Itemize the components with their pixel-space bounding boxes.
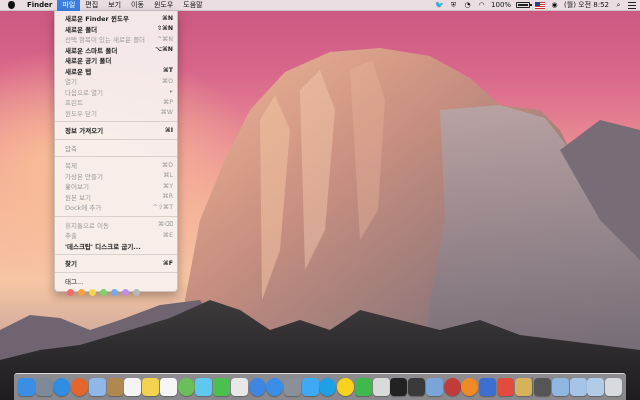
spotlight-icon[interactable]: ⌕ bbox=[614, 1, 623, 10]
menu-item-new-finder-window[interactable]: 새로운 Finder 윈도우 ⌘N bbox=[55, 13, 177, 24]
menu-item-compress[interactable]: 압축 bbox=[55, 143, 177, 154]
menu-item-get-info[interactable]: 정보 가져오기 ⌘I bbox=[55, 125, 177, 136]
notification-list-icon[interactable] bbox=[628, 1, 636, 9]
menu-item-print[interactable]: 프린트 ⌘P bbox=[55, 97, 177, 108]
itunes-icon[interactable] bbox=[248, 378, 266, 396]
twitter-icon[interactable] bbox=[301, 378, 319, 396]
tag-orange[interactable] bbox=[78, 289, 85, 296]
menu-item-duplicate[interactable]: 복제 ⌘D bbox=[55, 160, 177, 171]
xcode-icon[interactable] bbox=[479, 378, 497, 396]
menu-item-add-to-dock[interactable]: Dock에 추가 ^⇧⌘T bbox=[55, 202, 177, 213]
photos-icon[interactable] bbox=[230, 378, 248, 396]
menu-item-eject[interactable]: 추출 ⌘E bbox=[55, 230, 177, 241]
menu-separator bbox=[55, 215, 177, 217]
wifi-icon[interactable]: ◠ bbox=[477, 1, 486, 10]
menu-edit[interactable]: 편집 bbox=[80, 0, 103, 11]
menu-item-find[interactable]: 찾기 ⌘F bbox=[55, 258, 177, 269]
pages-icon[interactable] bbox=[496, 378, 514, 396]
safari-icon[interactable] bbox=[53, 378, 71, 396]
facetime-icon[interactable] bbox=[213, 378, 231, 396]
status-area: 🐦 ⛨ ◔ ◠ 100% ◉ (월) 오전 8:52 ⌕ bbox=[435, 0, 640, 11]
submenu-arrow-icon: ▸ bbox=[169, 88, 173, 96]
stack-folder-2-icon[interactable] bbox=[587, 378, 605, 396]
terminal-icon[interactable] bbox=[390, 378, 408, 396]
activity-monitor-icon[interactable] bbox=[408, 378, 426, 396]
menu-separator bbox=[55, 254, 177, 255]
tag-red[interactable] bbox=[67, 289, 74, 296]
menu-item-new-tab[interactable]: 새로운 탭 ⌘T bbox=[55, 66, 177, 77]
menu-item-new-smart-folder[interactable]: 새로운 스마트 폴더 ⌥⌘N bbox=[55, 45, 177, 56]
menu-separator bbox=[55, 156, 177, 157]
contacts-icon[interactable] bbox=[106, 378, 124, 396]
line-icon[interactable] bbox=[354, 378, 372, 396]
reminders-icon[interactable] bbox=[159, 378, 177, 396]
tag-gray[interactable] bbox=[133, 289, 140, 296]
flag-icon[interactable] bbox=[535, 1, 546, 9]
maps-icon[interactable] bbox=[177, 378, 195, 396]
menu-item-burn-desktop[interactable]: '데스크탑' 디스크로 굽기... bbox=[55, 241, 177, 252]
vlc-icon[interactable] bbox=[461, 378, 479, 396]
tag-purple[interactable] bbox=[122, 289, 129, 296]
document-icon[interactable] bbox=[372, 378, 390, 396]
menu-item-show-original[interactable]: 원본 보기 ⌘R bbox=[55, 192, 177, 203]
menu-item-make-alias[interactable]: 가상본 만들기 ⌘L bbox=[55, 171, 177, 182]
preview-icon[interactable] bbox=[425, 378, 443, 396]
settings-icon[interactable] bbox=[284, 378, 302, 396]
app-store-icon[interactable] bbox=[266, 378, 284, 396]
photo-booth-icon[interactable] bbox=[443, 378, 461, 396]
menu-bar: Finder 파일 편집 보기 이동 윈도우 도움말 🐦 ⛨ ◔ ◠ 100% … bbox=[0, 0, 640, 11]
battery-icon[interactable] bbox=[516, 2, 533, 8]
menu-item-new-burn-folder[interactable]: 새로운 공기 폴더 bbox=[55, 55, 177, 66]
dock bbox=[14, 373, 626, 400]
twitter-icon[interactable]: 🐦 bbox=[435, 1, 444, 10]
menu-item-tags[interactable]: 태그... bbox=[55, 276, 177, 287]
apple-menu-icon[interactable] bbox=[0, 0, 22, 11]
menu-separator bbox=[55, 271, 177, 273]
stack-documents-icon[interactable] bbox=[534, 378, 552, 396]
calendar-icon[interactable] bbox=[124, 378, 142, 396]
finder-icon[interactable] bbox=[18, 378, 35, 396]
user-icon[interactable]: ◉ bbox=[550, 1, 559, 10]
menu-item-close-window[interactable]: 윈도우 닫기 ⌘W bbox=[55, 108, 177, 119]
trash-icon[interactable] bbox=[604, 378, 622, 396]
menu-window[interactable]: 윈도우 bbox=[149, 0, 178, 11]
menu-separator bbox=[55, 138, 177, 140]
menu-go[interactable]: 이동 bbox=[126, 0, 149, 11]
menu-item-new-folder-with-selection[interactable]: 선택 항목이 있는 새로운 폴더 ^⌘N bbox=[55, 34, 177, 45]
menu-help[interactable]: 도움말 bbox=[178, 0, 207, 11]
tag-green[interactable] bbox=[100, 289, 107, 296]
menu-separator bbox=[55, 121, 177, 122]
menu-item-new-folder[interactable]: 새로운 폴더 ⇧⌘N bbox=[55, 24, 177, 35]
tag-color-row bbox=[55, 286, 177, 296]
tag-yellow[interactable] bbox=[89, 289, 96, 296]
menu-app-finder[interactable]: Finder bbox=[22, 0, 57, 11]
stack-folder-icon[interactable] bbox=[551, 378, 569, 396]
menu-item-open[interactable]: 열기 ⌘O bbox=[55, 76, 177, 87]
clock[interactable]: (월) 오전 8:52 bbox=[564, 0, 609, 10]
launchpad-icon[interactable] bbox=[35, 378, 53, 396]
skype-icon[interactable] bbox=[319, 378, 337, 396]
time-machine-icon[interactable]: ◔ bbox=[463, 1, 472, 10]
messages-icon[interactable] bbox=[195, 378, 213, 396]
mail-icon[interactable] bbox=[88, 378, 106, 396]
kakaotalk-icon[interactable] bbox=[337, 378, 355, 396]
menu-item-quick-look[interactable]: 훑어보기 ⌘Y bbox=[55, 181, 177, 192]
tag-blue[interactable] bbox=[111, 289, 118, 296]
menu-file[interactable]: 파일 bbox=[57, 0, 81, 11]
file-menu-dropdown: 새로운 Finder 윈도우 ⌘N 새로운 폴더 ⇧⌘N 선택 항목이 있는 새로운… bbox=[54, 11, 178, 296]
vpn-icon[interactable]: ⛨ bbox=[449, 1, 458, 10]
battery-percent: 100% bbox=[491, 1, 512, 9]
menu-item-open-with[interactable]: 다음으로 열기 ▸ bbox=[55, 87, 177, 98]
archive-utility-icon[interactable] bbox=[514, 378, 532, 396]
menu-item-move-to-trash[interactable]: 휴지통으로 이동 ⌘⌫ bbox=[55, 220, 177, 231]
downloads-icon[interactable] bbox=[569, 378, 587, 396]
notes-icon[interactable] bbox=[142, 378, 160, 396]
firefox-icon[interactable] bbox=[71, 378, 89, 396]
menu-view[interactable]: 보기 bbox=[103, 0, 126, 11]
